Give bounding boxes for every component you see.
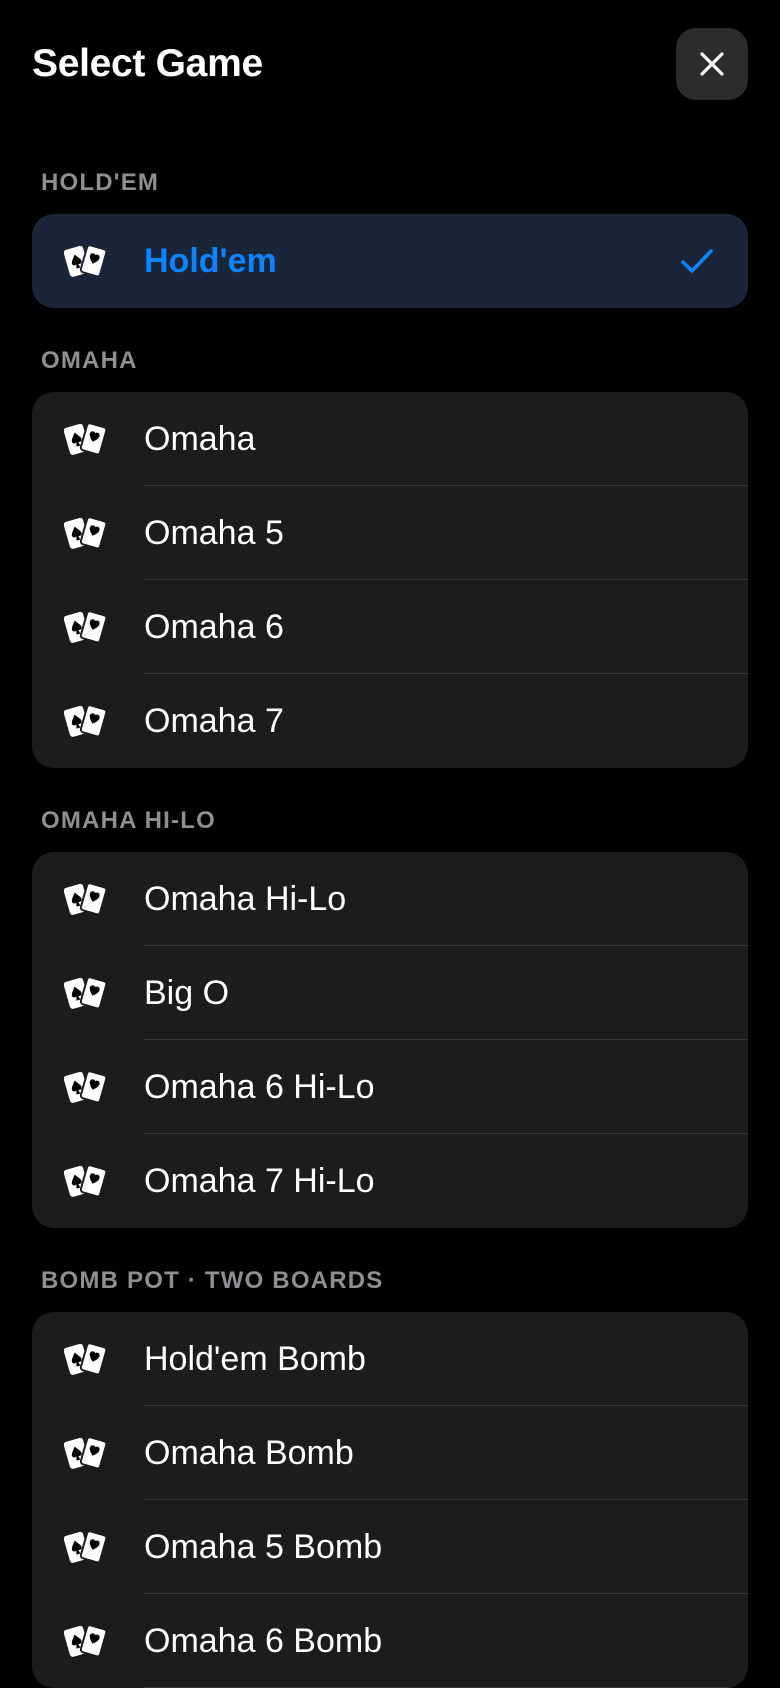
playing-cards-icon	[63, 1339, 110, 1379]
sheet-header: Select Game	[0, 0, 780, 130]
game-option-holdem-bomb[interactable]: Hold'em Bomb	[32, 1312, 748, 1406]
game-option-label: Omaha Bomb	[144, 1434, 354, 1472]
game-option-omaha-5[interactable]: Omaha 5	[32, 486, 748, 580]
page-title: Select Game	[32, 42, 263, 85]
game-option-label: Omaha Hi-Lo	[144, 880, 347, 918]
game-group: Hold'em Bomb Omaha Bomb Omaha 5 Bomb Oma…	[32, 1312, 748, 1688]
game-group: Omaha Hi-Lo Big O Omaha 6 Hi-Lo Omaha 7 …	[32, 852, 748, 1228]
checkmark-icon	[680, 247, 714, 275]
game-option-label: Omaha 7 Hi-Lo	[144, 1162, 375, 1200]
game-option-omaha[interactable]: Omaha	[32, 392, 748, 486]
game-group: Omaha Omaha 5 Omaha 6 Omaha 7	[32, 392, 748, 768]
section-title: OMAHA HI-LO	[41, 807, 216, 834]
close-button[interactable]	[676, 28, 748, 100]
game-option-label: Hold'em Bomb	[144, 1340, 366, 1378]
playing-cards-icon	[63, 241, 110, 281]
playing-cards-icon	[63, 1527, 110, 1567]
game-option-omaha-6-bomb[interactable]: Omaha 6 Bomb	[32, 1594, 748, 1688]
game-option-label: Omaha 6	[144, 608, 284, 646]
game-option-omaha-7[interactable]: Omaha 7	[32, 674, 748, 768]
playing-cards-icon	[63, 701, 110, 741]
game-option-label: Omaha 6 Hi-Lo	[144, 1068, 375, 1106]
playing-cards-icon	[63, 607, 110, 647]
game-group: Hold'em	[32, 214, 748, 308]
playing-cards-icon	[63, 1621, 110, 1661]
game-option-label: Omaha 7	[144, 702, 284, 740]
game-option-label: Omaha	[144, 420, 256, 458]
game-option-label: Omaha 6 Bomb	[144, 1622, 383, 1660]
game-option-omaha-hi-lo[interactable]: Omaha Hi-Lo	[32, 852, 748, 946]
playing-cards-icon	[63, 419, 110, 459]
game-option-omaha-6[interactable]: Omaha 6	[32, 580, 748, 674]
playing-cards-icon	[63, 1161, 110, 1201]
game-option-holdem[interactable]: Hold'em	[32, 214, 748, 308]
game-option-label: Omaha 5	[144, 514, 284, 552]
game-option-omaha-5-bomb[interactable]: Omaha 5 Bomb	[32, 1500, 748, 1594]
game-option-label: Omaha 5 Bomb	[144, 1528, 383, 1566]
close-icon	[697, 49, 727, 79]
playing-cards-icon	[63, 1067, 110, 1107]
section-title: OMAHA	[41, 347, 138, 374]
section-title: BOMB POT · TWO BOARDS	[41, 1267, 384, 1294]
playing-cards-icon	[63, 1433, 110, 1473]
game-option-omaha-7-hi-lo[interactable]: Omaha 7 Hi-Lo	[32, 1134, 748, 1228]
game-option-label: Big O	[144, 974, 230, 1012]
playing-cards-icon	[63, 879, 110, 919]
playing-cards-icon	[63, 513, 110, 553]
section-title: HOLD'EM	[41, 169, 160, 196]
game-option-big-o[interactable]: Big O	[32, 946, 748, 1040]
game-option-omaha-6-hi-lo[interactable]: Omaha 6 Hi-Lo	[32, 1040, 748, 1134]
playing-cards-icon	[63, 973, 110, 1013]
game-option-label: Hold'em	[144, 242, 277, 280]
game-option-omaha-bomb[interactable]: Omaha Bomb	[32, 1406, 748, 1500]
